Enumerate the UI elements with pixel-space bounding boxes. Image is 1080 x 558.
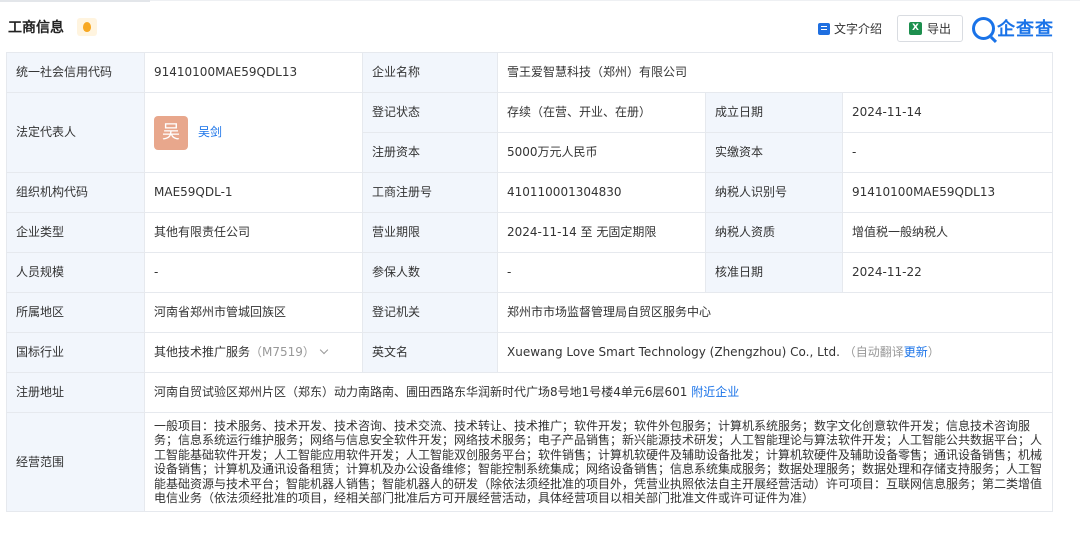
founded-value: 2024-11-14 — [841, 92, 1054, 133]
credit-code-value: 91410100MAE59QDL13 — [144, 52, 363, 93]
address-value: 河南自贸试验区郑州片区（郑东）动力南路南、圃田西路东华润新时代广场8号地1号楼4… — [154, 385, 688, 400]
industry-label: 国标行业 — [6, 332, 145, 373]
company-name-value: 雪王爱智慧科技（郑州）有限公司 — [496, 52, 1054, 93]
table-row: 法定代表人 吴 吴剑 登记状态 存续（在营、开业、在册） 成立日期 2024-1… — [6, 92, 1054, 173]
export-button[interactable]: X 导出 — [897, 15, 963, 42]
industry-cell[interactable]: 其他技术推广服务（M7519） — [144, 332, 363, 373]
region-label: 所属地区 — [6, 292, 145, 333]
paid-capital-label: 实缴资本 — [705, 132, 843, 173]
address-label: 注册地址 — [6, 372, 145, 413]
table-row: 注册地址 河南自贸试验区郑州片区（郑东）动力南路南、圃田西路东华润新时代广场8号… — [6, 372, 1054, 413]
auto-translate-note: （自动翻译 — [843, 345, 904, 360]
approval-date-label: 核准日期 — [705, 252, 843, 293]
insured-label: 参保人数 — [362, 252, 498, 293]
org-code-value: MAE59QDL-1 — [144, 172, 363, 213]
approval-date-value: 2024-11-22 — [841, 252, 1054, 293]
reg-capital-label: 注册资本 — [362, 132, 498, 173]
section-header: 工商信息 文字介绍 X 导出 企查查 — [0, 0, 1080, 50]
company-type-value: 其他有限责任公司 — [144, 212, 363, 253]
document-icon — [818, 22, 830, 35]
table-row: 经营范围 一般项目：技术服务、技术开发、技术咨询、技术交流、技术转让、技术推广；… — [6, 411, 1054, 513]
reg-authority-label: 登记机关 — [362, 292, 498, 333]
biz-reg-no-value: 410110001304830 — [497, 172, 706, 213]
credit-code-label: 统一社会信用代码 — [6, 52, 145, 93]
text-intro-label: 文字介绍 — [834, 22, 883, 36]
table-row: 国标行业 其他技术推广服务（M7519） 英文名 Xuewang Love Sm… — [6, 332, 1054, 373]
update-link[interactable]: 更新 — [904, 345, 928, 359]
search-logo-icon — [972, 16, 995, 40]
scope-label: 经营范围 — [6, 411, 145, 513]
reg-capital-value: 5000万元人民币 — [497, 132, 706, 173]
company-type-label: 企业类型 — [6, 212, 145, 253]
term-value: 2024-11-14 至 无固定期限 — [497, 212, 706, 253]
chevron-down-icon[interactable] — [319, 346, 329, 355]
company-name-label: 企业名称 — [362, 52, 498, 93]
taxpayer-id-label: 纳税人识别号 — [705, 172, 843, 213]
paid-capital-value: - — [841, 132, 1054, 173]
taxpayer-id-value: 91410100MAE59QDL13 — [841, 172, 1054, 213]
industry-value: 其他技术推广服务 — [154, 345, 251, 360]
biz-reg-no-label: 工商注册号 — [362, 172, 498, 213]
section-title: 工商信息 — [8, 20, 64, 36]
table-row: 所属地区 河南省郑州市管城回族区 登记机关 郑州市市场监督管理局自贸区服务中心 — [6, 292, 1054, 333]
term-label: 营业期限 — [362, 212, 498, 253]
legal-rep-label: 法定代表人 — [6, 92, 145, 173]
address-cell: 河南自贸试验区郑州片区（郑东）动力南路南、圃田西路东华润新时代广场8号地1号楼4… — [143, 372, 1054, 413]
staff-size-label: 人员规模 — [6, 252, 145, 293]
taxpayer-qual-value: 增值税一般纳税人 — [841, 212, 1054, 253]
table-row: 企业类型 其他有限责任公司 营业期限 2024-11-14 至 无固定期限 纳税… — [6, 212, 1054, 253]
qichacha-logo[interactable]: 企查查 — [972, 15, 1054, 41]
nearby-companies-link[interactable]: 附近企业 — [691, 385, 739, 399]
scope-value: 一般项目：技术服务、技术开发、技术咨询、技术交流、技术转让、技术推广；软件开发；… — [143, 411, 1054, 513]
text-intro-button[interactable]: 文字介绍 — [818, 20, 882, 37]
insured-value: - — [497, 252, 706, 293]
legal-rep-cell: 吴 吴剑 — [144, 92, 363, 173]
table-row: 统一社会信用代码 91410100MAE59QDL13 企业名称 雪王爱智慧科技… — [6, 52, 1054, 93]
english-name-label: 英文名 — [362, 332, 498, 373]
founded-label: 成立日期 — [705, 92, 843, 133]
status-label: 登记状态 — [362, 92, 498, 133]
excel-icon: X — [908, 22, 922, 35]
table-row: 组织机构代码 MAE59QDL-1 工商注册号 410110001304830 … — [6, 172, 1054, 213]
export-label: 导出 — [926, 22, 951, 36]
legal-rep-link[interactable]: 吴剑 — [198, 125, 222, 139]
english-name-cell: Xuewang Love Smart Technology (Zhengzhou… — [496, 332, 1054, 373]
org-code-label: 组织机构代码 — [6, 172, 145, 213]
reg-authority-value: 郑州市市场监督管理局自贸区服务中心 — [496, 292, 1054, 333]
logo-text: 企查查 — [997, 19, 1054, 40]
table-row: 人员规模 - 参保人数 - 核准日期 2024-11-22 — [6, 252, 1054, 293]
business-info-table: 统一社会信用代码 91410100MAE59QDL13 企业名称 雪王爱智慧科技… — [6, 52, 1054, 513]
badge-icon — [77, 18, 97, 36]
region-value: 河南省郑州市管城回族区 — [144, 292, 363, 333]
staff-size-value: - — [144, 252, 363, 293]
auto-translate-end: ） — [927, 345, 940, 360]
industry-code: （M7519） — [250, 345, 315, 360]
avatar[interactable]: 吴 — [154, 115, 188, 150]
english-name-value: Xuewang Love Smart Technology (Zhengzhou… — [507, 345, 840, 360]
status-value: 存续（在营、开业、在册） — [497, 92, 706, 133]
taxpayer-qual-label: 纳税人资质 — [705, 212, 843, 253]
